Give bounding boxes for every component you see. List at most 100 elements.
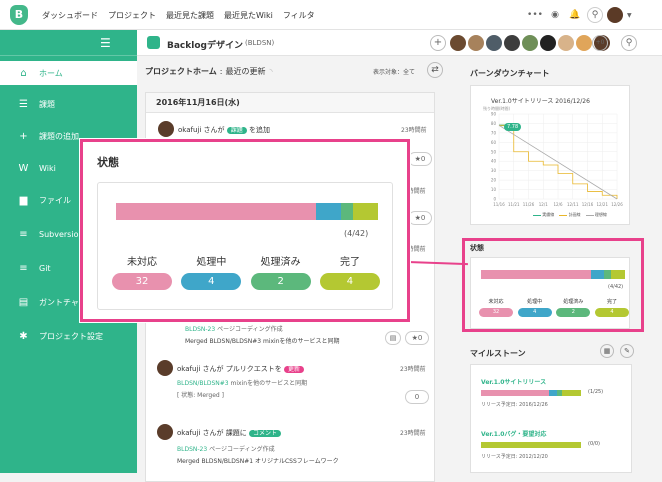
status-label: 完了 (339, 257, 360, 268)
avatar[interactable] (558, 35, 574, 51)
chevron-down-icon[interactable]: ▼ (627, 12, 632, 19)
status-item[interactable]: 処理中 4 (181, 253, 242, 290)
issue-link[interactable]: BLDSN-23 (177, 446, 207, 453)
sidebar-item-issues[interactable]: ☰ 課題 (0, 92, 137, 116)
hamburger-icon[interactable]: ☰ (100, 36, 111, 50)
calendar-icon[interactable]: ▦ (600, 344, 614, 358)
burndown-badge: 7.78 (504, 123, 522, 131)
burndown-legend: 実績線 計画線 理想線 (533, 212, 607, 218)
title-sep: : (219, 66, 223, 76)
avatar[interactable] (158, 121, 174, 137)
activity-user[interactable]: okafuji (178, 126, 201, 134)
activity-tail: プルリクエストを (225, 365, 282, 373)
avatar[interactable] (522, 35, 538, 51)
search-icon[interactable]: ⚲ (587, 7, 603, 23)
activity-link-row: BLDSN-23 ページコーディング作成 (185, 324, 283, 333)
nav-recent-issues[interactable]: 最近見た課題 (166, 10, 214, 21)
comment-icon[interactable]: ▤ (385, 331, 401, 345)
project-name[interactable]: Backlogデザイン (167, 38, 243, 51)
activity-time: 23時間前 (400, 366, 426, 373)
avatar[interactable] (157, 360, 173, 376)
pr-link[interactable]: BLDSN/BLDSN#3 (177, 380, 229, 387)
legend-item: 計画線 (559, 212, 581, 218)
sidebar-item-home[interactable]: ⌂ ホーム (0, 61, 137, 85)
activity-detail: Merged BLDSN/BLDSN#3 mixinを他のサービスと同期 (185, 338, 340, 345)
overlay-status-ratio: (4/42) (344, 229, 369, 238)
x-tick-label: 11/21 (508, 202, 520, 207)
status-bar-segment (340, 203, 354, 220)
project-search-icon[interactable]: ⚲ (621, 35, 637, 51)
avatar[interactable] (486, 35, 502, 51)
nav-project[interactable]: プロジェクト (108, 10, 156, 21)
x-tick-label: 12/26 (611, 202, 623, 207)
main-title-row: プロジェクトホーム : 最近の更新 ◝ 表示対象：全て ⇄ (145, 62, 443, 80)
sidebar-item-label: 課題の追加 (39, 131, 79, 141)
gear-icon: ✱ (19, 330, 28, 342)
y-tick-label: 20 (491, 178, 497, 183)
global-header: B ダッシュボード プロジェクト 最近見た課題 最近見たWiki フィルタ ••… (0, 0, 662, 30)
status-bar-segment (116, 203, 316, 220)
activity-user[interactable]: okafuji (177, 429, 200, 437)
watch-icon[interactable]: ◉ (547, 7, 563, 23)
milestone-name[interactable]: Ver.1.0サイトリリース (481, 377, 546, 386)
status-item[interactable]: 処理済み 2 (250, 253, 311, 290)
nav-recent-wiki[interactable]: 最近見たWiki (224, 10, 273, 21)
rss-icon[interactable]: ◝ (269, 67, 272, 76)
status-item[interactable]: 未対応 32 (112, 253, 172, 290)
activity-text: okafuji さんが 課題 を追加 (178, 125, 270, 135)
nav-filter[interactable]: フィルタ (283, 10, 315, 21)
legend-item: 理想線 (585, 212, 607, 218)
x-tick-label: 12/16 (582, 202, 594, 207)
status-item[interactable]: 完了 4 (319, 253, 380, 290)
star-button[interactable]: 0 (405, 390, 429, 404)
status-highlight-frame (462, 238, 644, 332)
milestone-name[interactable]: Ver.1.0バグ・要望対応 (481, 429, 546, 438)
activity-badge: 課題 (226, 127, 247, 134)
more-icon[interactable]: ••• (527, 7, 543, 23)
y-tick-label: 80 (491, 121, 497, 126)
sidebar-item-label: ファイル (39, 195, 71, 205)
milestone-card: Ver.1.0サイトリリース (1/25) リリース予定日: 2016/12/2… (470, 364, 632, 473)
legend-item: 実績線 (533, 212, 554, 218)
avatar[interactable] (450, 35, 466, 51)
star-button[interactable]: ★0 (408, 152, 432, 166)
avatar[interactable] (504, 35, 520, 51)
more-members-button[interactable]: +0 (592, 35, 608, 51)
issue-link[interactable]: BLDSN-23 (185, 326, 215, 333)
legend-label: 実績線 (542, 212, 555, 217)
avatar[interactable] (540, 35, 556, 51)
star-button[interactable]: ★0 (405, 331, 429, 345)
swap-icon[interactable]: ⇄ (427, 62, 443, 78)
burndown-card: Ver.1.0サイトリリース 2016/12/26 残り時間(時間) 0 10 20… (470, 85, 630, 225)
status-bar-segment (353, 203, 378, 220)
y-tick-label: 70 (491, 130, 497, 135)
y-tick-label: 0 (493, 197, 496, 202)
overlay-status-bar (116, 203, 378, 220)
avatar[interactable] (576, 35, 592, 51)
avatar[interactable] (468, 35, 484, 51)
add-member-button[interactable]: + (430, 35, 446, 51)
backlog-logo[interactable]: B (10, 5, 28, 25)
member-avatars (450, 35, 610, 51)
sidebar-item-label: プロジェクト設定 (39, 331, 103, 341)
status-overlay: 状態 (4/42) 未対応 32 処理中 4 処理済み 2 完了 4 (80, 139, 410, 322)
legend-label: 計画線 (568, 212, 581, 217)
sidebar-item-label: Wiki (39, 163, 56, 173)
status-label: 未対応 (127, 257, 157, 268)
y-tick-label: 50 (491, 149, 497, 154)
edit-icon[interactable]: ✎ (620, 344, 634, 358)
sidebar-item-project-settings[interactable]: ✱ プロジェクト設定 (0, 324, 137, 348)
activity-user[interactable]: okafuji (177, 365, 200, 373)
status-label: 処理中 (196, 257, 227, 268)
nav-dashboard[interactable]: ダッシュボード (42, 10, 98, 21)
y-tick-label: 60 (491, 140, 497, 145)
project-icon (147, 36, 160, 49)
star-button[interactable]: ★0 (408, 211, 432, 225)
bell-icon[interactable]: 🔔 (567, 7, 583, 23)
user-avatar[interactable] (607, 7, 623, 23)
avatar[interactable] (157, 424, 173, 440)
milestone-due: リリース予定日: 2016/12/26 (481, 402, 548, 408)
main-content: プロジェクトホーム : 最近の更新 ◝ 表示対象：全て ⇄ 2016年11月16… (145, 62, 443, 482)
activity-tail: を追加 (249, 126, 271, 134)
svn-icon: ≡ (19, 228, 28, 240)
